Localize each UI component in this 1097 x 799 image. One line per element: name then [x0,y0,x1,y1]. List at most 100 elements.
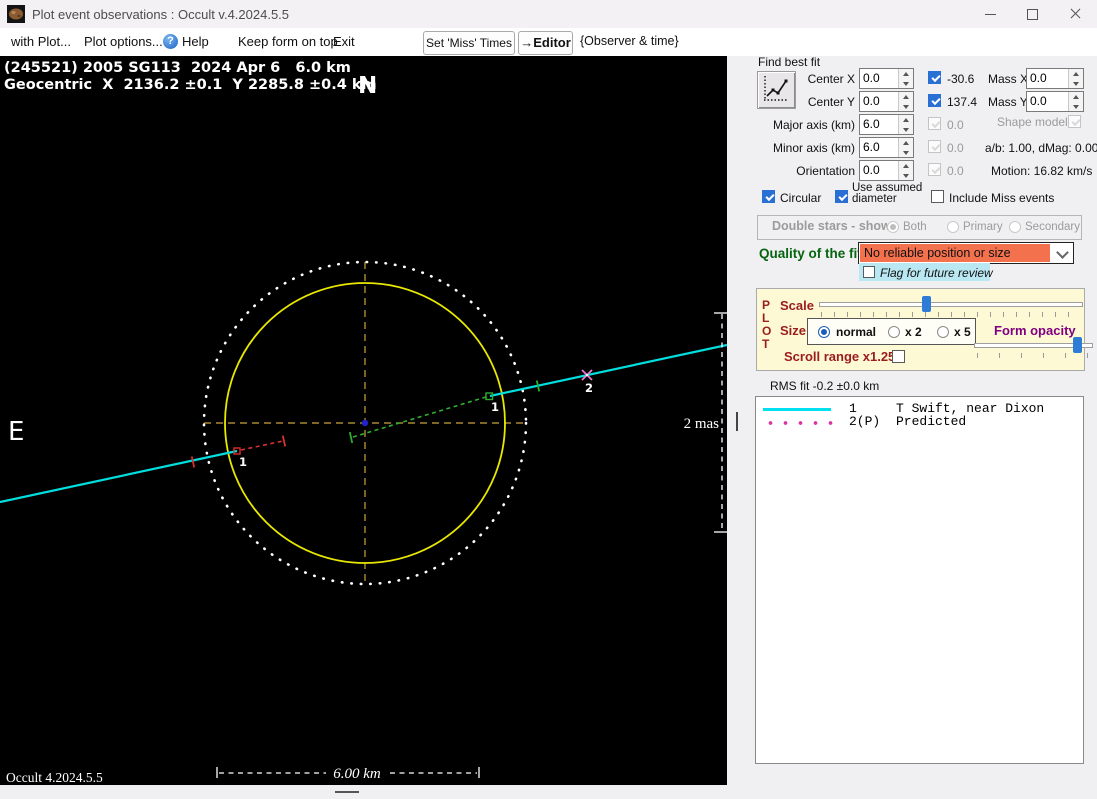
plot-letter-o: O [762,324,772,338]
ab-dmag-label: a/b: 1.00, dMag: 0.00 [985,141,1097,155]
double-stars-secondary-radio [1009,221,1021,233]
menu-with-plot[interactable]: with Plot... [11,34,71,49]
app-window: Plot event observations : Occult v.4.202… [0,0,1097,799]
minor-axis-down[interactable] [899,148,913,157]
center-x-up[interactable] [899,69,913,78]
use-assumed-diameter-label: Use assumed diameter [852,182,923,205]
editor-button[interactable]: →Editor [518,31,573,55]
double-stars-both-label: Both [903,221,927,233]
center-y-down[interactable] [899,102,913,111]
plot-letter-l: L [762,311,770,325]
menu-bar: with Plot... Plot options... ? Help Keep… [0,28,1097,56]
double-stars-title: Double stars - show [769,219,894,233]
set-miss-times-button[interactable]: Set 'Miss' Times [423,31,515,55]
offset-y-value: 137.4 [947,95,978,109]
plot-title: (245521) 2005 SG113 2024 Apr 6 6.0 km [4,60,351,76]
major-axis-down[interactable] [899,125,913,134]
menu-exit[interactable]: Exit [333,34,355,49]
size-x5-label: x 5 [954,325,971,339]
scale-slider-track[interactable] [819,302,1083,307]
app-icon [7,5,25,23]
minor-axis-up[interactable] [899,138,913,147]
legend-chord2-num: 2(P) [849,414,881,429]
orientation-unc-checkbox [928,163,941,176]
mass-y-label: Mass Y [988,95,1028,109]
close-button[interactable] [1053,0,1097,28]
flag-review-checkbox[interactable] [863,266,875,278]
motion-label: Motion: 16.82 km/s [991,164,1093,178]
center-x-input[interactable]: 0.0 [859,68,914,89]
mass-x-up[interactable] [1069,69,1083,78]
size-normal-radio[interactable] [818,326,830,338]
help-icon: ? [163,34,178,49]
chord1-d-label: 1 [239,455,247,469]
scale-slider-thumb[interactable] [922,296,931,312]
offset-y-checkbox[interactable] [928,94,941,107]
center-x-down[interactable] [899,79,913,88]
mass-x-input[interactable]: 0.0 [1026,68,1084,89]
offset-x-checkbox[interactable] [928,71,941,84]
mass-x-label: Mass X [988,72,1029,86]
scalebar-label: 6.00 km [333,766,381,782]
major-axis-unc-checkbox [928,117,941,130]
include-miss-events-checkbox[interactable] [931,190,944,203]
major-axis-input[interactable]: 6.0 [859,114,914,135]
chord2-label: 2 [585,381,593,395]
find-best-fit-title: Find best fit [758,55,821,69]
double-stars-primary-radio [947,221,959,233]
legend-box: 1 T Swift, near Dixon 2(P) Predicted [755,396,1084,764]
legend-chord2-name: Predicted [896,414,967,429]
orientation-up[interactable] [899,161,913,170]
orientation-input[interactable]: 0.0 [859,160,914,181]
flag-review-row: Flag for future review [859,263,993,281]
major-axis-up[interactable] [899,115,913,124]
plot-version-label: Occult 4.2024.5.5 [6,770,103,785]
occultation-plot[interactable]: (245521) 2005 SG113 2024 Apr 6 6.0 km Ge… [0,56,727,785]
circular-checkbox[interactable] [762,190,775,203]
mass-y-down[interactable] [1069,102,1083,111]
mass-x-down[interactable] [1069,79,1083,88]
scale-label: Scale [780,298,814,313]
minor-axis-input[interactable]: 6.0 [859,137,914,158]
observer-time-label: {Observer & time} [580,34,679,48]
scroll-range-checkbox[interactable] [892,350,905,363]
major-axis-unc-value: 0.0 [947,118,964,132]
mass-y-input[interactable]: 0.0 [1026,91,1084,112]
legend-chord2-dots [763,420,833,426]
center-x-label: Center X [807,72,855,86]
menu-help[interactable]: Help [182,34,209,49]
size-normal-label: normal [836,325,877,339]
minor-axis-unc-value: 0.0 [947,141,964,155]
size-x5-radio[interactable] [937,326,949,338]
center-y-up[interactable] [899,92,913,101]
orientation-down[interactable] [899,171,913,180]
mas-label: 2 mas [684,416,720,432]
orientation-unc-value: 0.0 [947,164,964,178]
use-assumed-diameter-checkbox[interactable] [835,190,848,203]
plot-letter-t: T [762,337,770,351]
size-x2-radio[interactable] [888,326,900,338]
circular-label: Circular [780,191,822,205]
north-label: N [358,73,377,99]
window-title: Plot event observations : Occult v.4.202… [32,7,290,22]
center-y-input[interactable]: 0.0 [859,91,914,112]
quality-value: No reliable position or size [864,246,1011,260]
vertical-splitter-handle[interactable] [736,412,738,431]
chevron-down-icon [1056,246,1069,259]
orientation-label: Orientation [796,164,855,178]
center-dot [361,419,369,427]
offset-x-value: -30.6 [947,72,975,86]
horizontal-scroll-thumb[interactable] [335,791,359,793]
mass-y-up[interactable] [1069,92,1083,101]
scale-slider-ticks [821,312,1081,317]
double-stars-both-radio [887,221,899,233]
minimize-button[interactable] [968,0,1012,28]
maximize-button[interactable] [1010,0,1054,28]
title-bar: Plot event observations : Occult v.4.202… [0,0,1097,28]
scroll-range-label: Scroll range x1.25 [784,349,896,364]
opacity-slider-thumb[interactable] [1073,337,1082,353]
plot-geocentric: Geocentric X 2136.2 ±0.1 Y 2285.8 ±0.4 k… [4,77,377,93]
menu-plot-options[interactable]: Plot options... [84,34,163,49]
quality-dropdown[interactable]: No reliable position or size [858,242,1074,264]
menu-keep-on-top[interactable]: Keep form on top [238,34,338,49]
